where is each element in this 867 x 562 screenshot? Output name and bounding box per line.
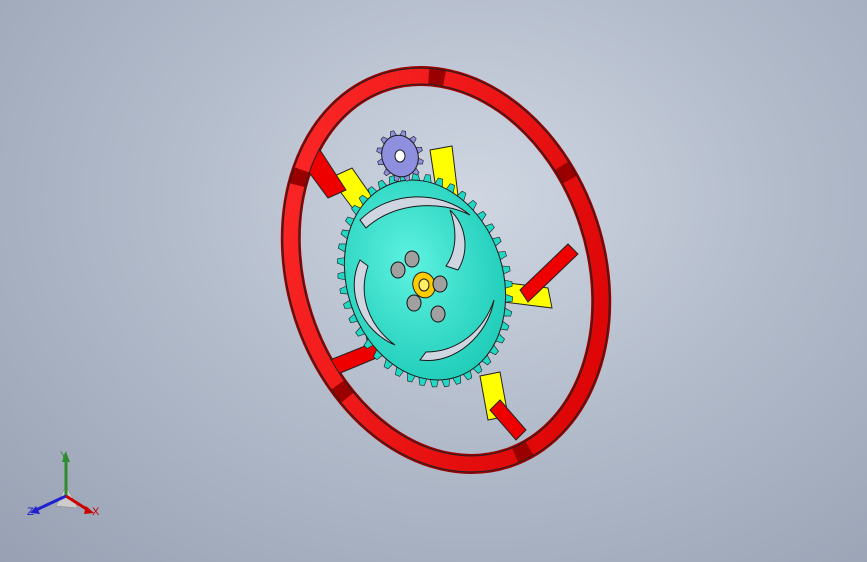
view-triad[interactable]: Y Z X	[22, 446, 112, 526]
z-axis-label: Z	[27, 506, 34, 518]
pinion-gear[interactable]	[370, 124, 430, 188]
gear-assembly-model[interactable]	[0, 0, 867, 562]
x-axis-label: X	[92, 506, 100, 518]
cad-viewport[interactable]: Y Z X	[0, 0, 867, 562]
y-axis-label: Y	[60, 450, 68, 462]
